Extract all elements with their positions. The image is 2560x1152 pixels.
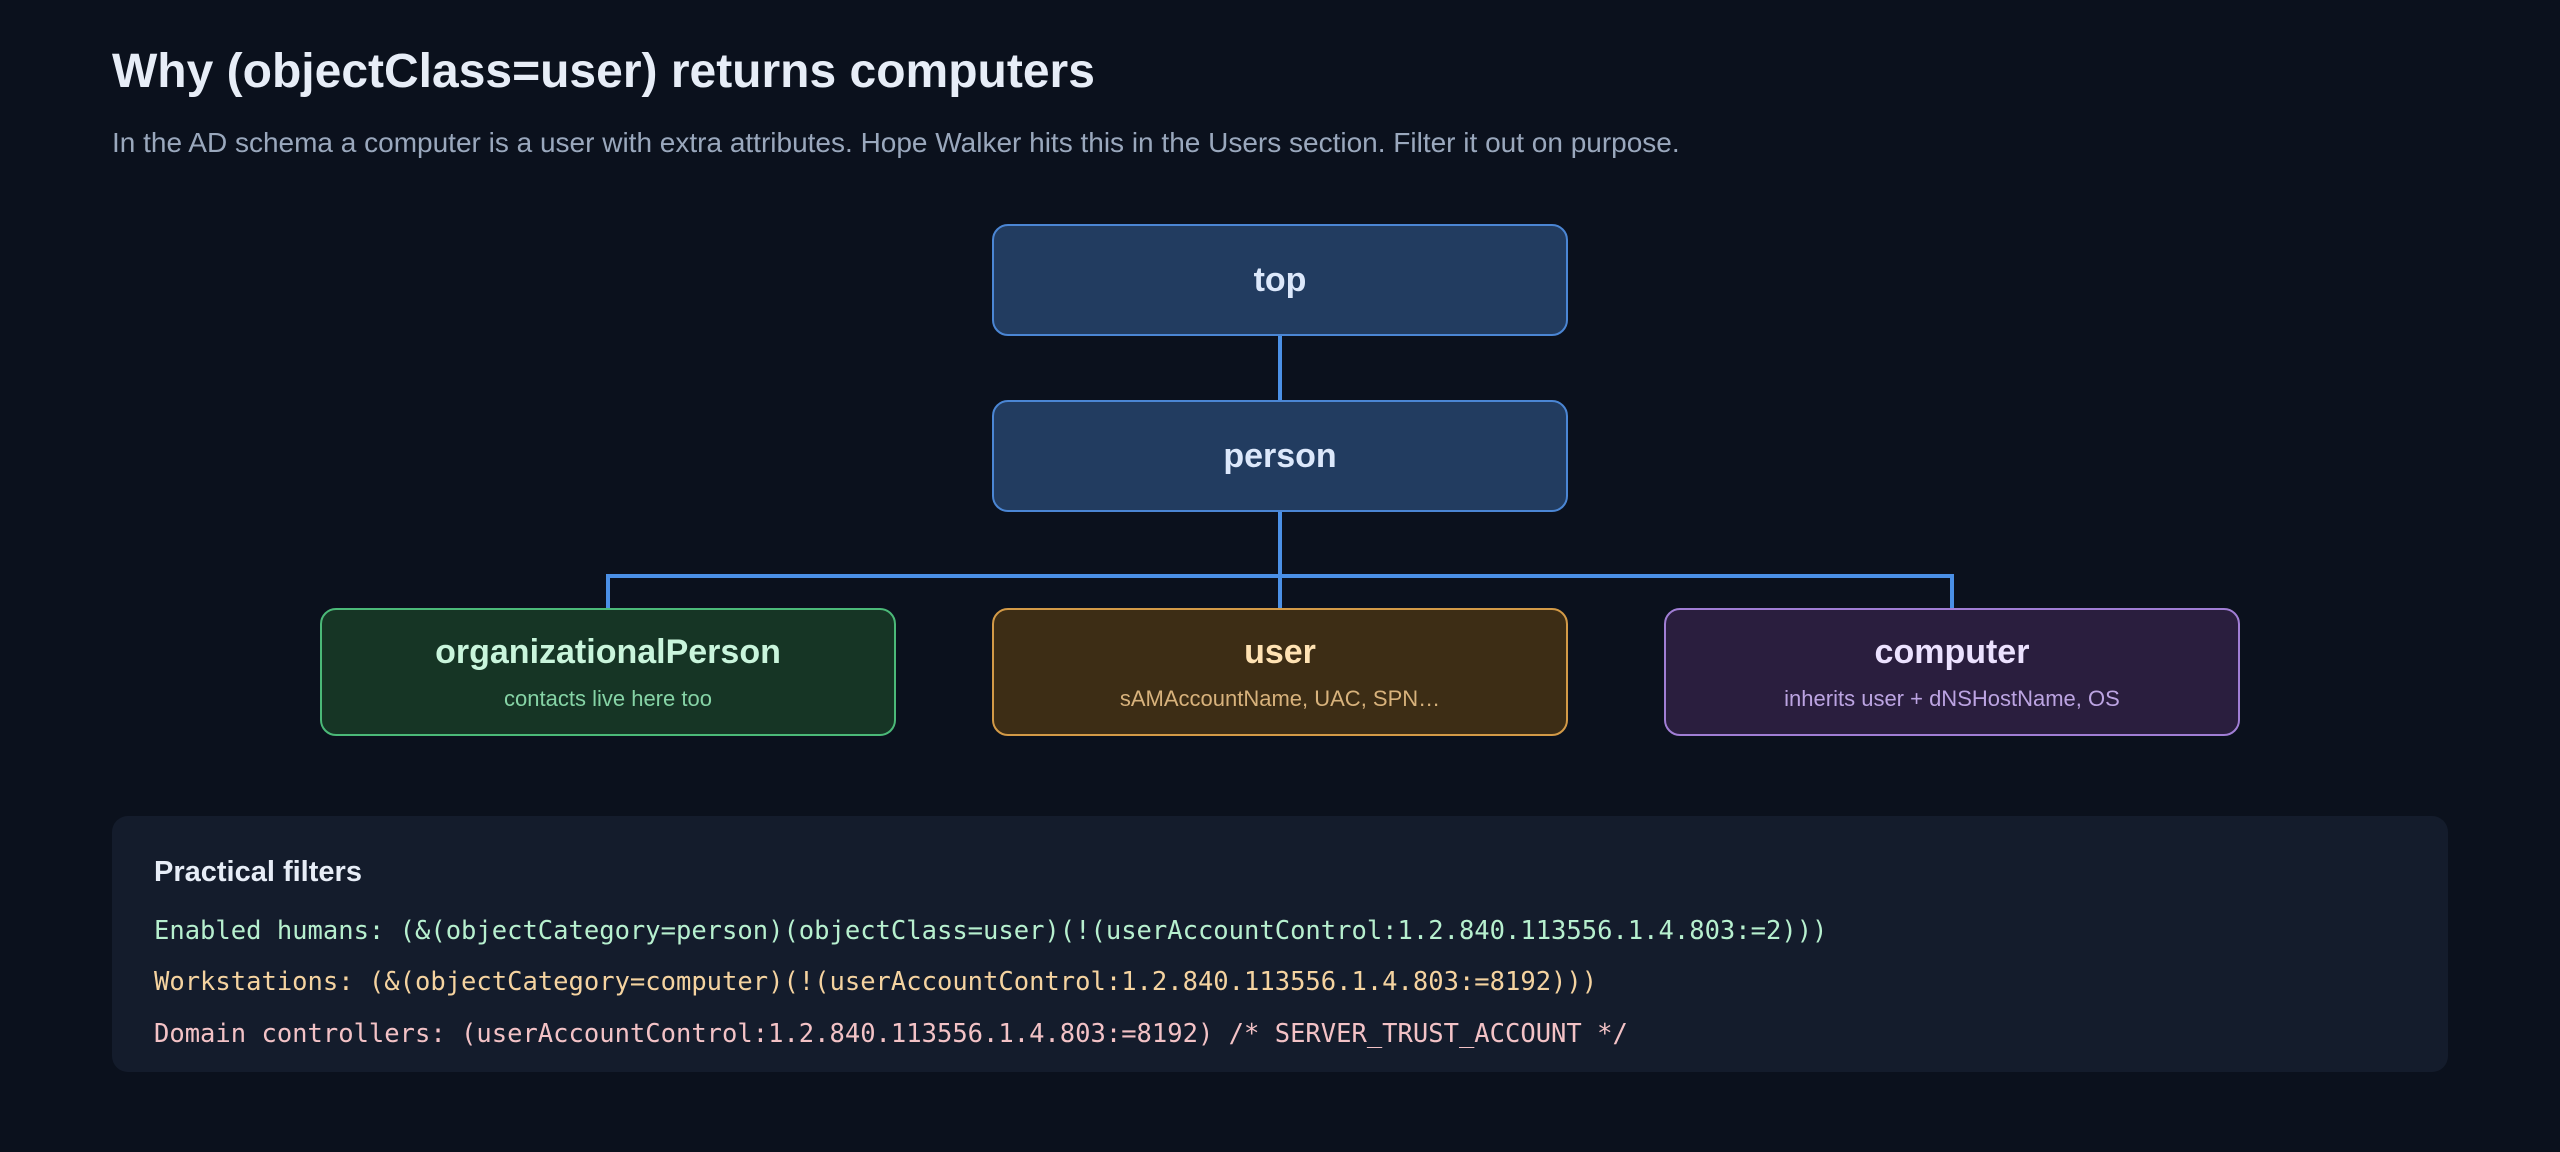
node-person: person — [992, 400, 1568, 512]
filter-domain-controllers[interactable]: Domain controllers: (userAccountControl:… — [154, 1019, 1628, 1049]
node-computer-title: computer — [1874, 632, 2030, 671]
node-user-note: sAMAccountName, UAC, SPN… — [1119, 685, 1441, 711]
node-computer: computer inherits user + dNSHostName, OS — [1664, 608, 2240, 736]
practical-filters-title: Practical filters — [154, 856, 362, 888]
node-top-title: top — [1253, 260, 1307, 299]
edge-top-person — [1278, 336, 1282, 400]
node-top: top — [992, 224, 1568, 336]
node-user: user sAMAccountName, UAC, SPN… — [992, 608, 1568, 736]
node-computer-note: inherits user + dNSHostName, OS — [1784, 685, 2120, 711]
edge-person-user — [1278, 574, 1282, 608]
edge-person-organizationalperson — [606, 574, 610, 608]
practical-filters-panel: Practical filters Enabled humans: (&(obj… — [112, 816, 2448, 1072]
page: Why (objectClass=user) returns computers… — [0, 0, 2560, 1152]
class-hierarchy-diagram: top person organizationalPerson contacts… — [0, 0, 2560, 780]
filter-enabled-humans[interactable]: Enabled humans: (&(objectCategory=person… — [154, 916, 1827, 946]
node-organizational-person-note: contacts live here too — [504, 685, 712, 711]
node-user-title: user — [1244, 632, 1316, 671]
edge-person-computer — [1950, 574, 1954, 608]
node-organizational-person-title: organizationalPerson — [435, 632, 781, 671]
edge-person-trunk — [1278, 512, 1282, 576]
filter-workstations[interactable]: Workstations: (&(objectCategory=computer… — [154, 967, 1597, 997]
node-person-title: person — [1223, 436, 1337, 475]
node-organizational-person: organizationalPerson contacts live here … — [320, 608, 896, 736]
